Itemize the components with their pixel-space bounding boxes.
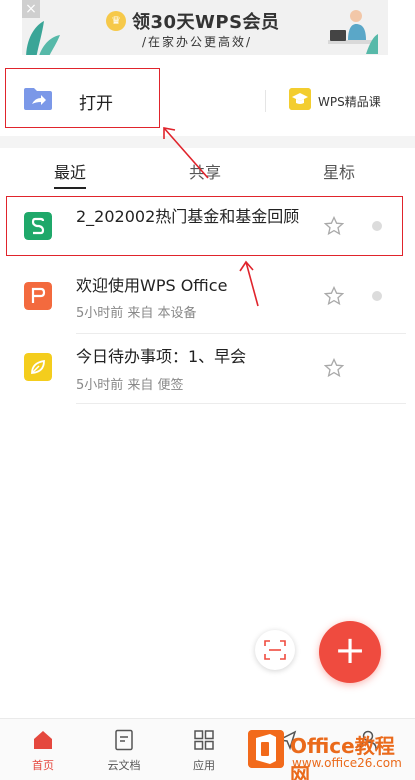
row-divider	[76, 403, 406, 404]
scan-icon	[264, 640, 286, 660]
star-icon[interactable]	[324, 358, 344, 378]
file-row[interactable]: 今日待办事项：1、早会 5小时前 来自 便签	[0, 334, 415, 404]
graduation-cap-icon[interactable]	[289, 88, 311, 110]
office-logo-icon	[248, 730, 284, 768]
divider	[265, 90, 266, 112]
file-name: 2_202002热门基金和基金回顾	[76, 207, 300, 226]
file-meta: 5小时前 来自 本设备	[76, 306, 197, 321]
promo-banner[interactable]: × ♛ 领30天WPS会员 /在家办公更高效/	[22, 0, 388, 55]
site-watermark: Office教程网 www.office26.com	[248, 726, 410, 780]
file-tabs: 最近 共享 星标	[0, 148, 415, 190]
nav-label: 应用	[193, 759, 215, 772]
file-row[interactable]: 欢迎使用WPS Office 5小时前 来自 本设备	[0, 264, 415, 334]
watermark-url: www.office26.com	[292, 756, 402, 770]
apps-icon	[194, 730, 214, 750]
nav-label: 首页	[32, 759, 54, 772]
file-meta: 5小时前 来自 便签	[76, 378, 184, 393]
leaf-decoration-icon	[26, 21, 60, 55]
file-name: 欢迎使用WPS Office	[76, 276, 228, 295]
home-icon	[34, 731, 52, 749]
tab-shared[interactable]: 共享	[189, 159, 221, 183]
file-row[interactable]: 2_202002热门基金和基金回顾	[0, 196, 415, 266]
open-button[interactable]: 打开	[79, 89, 113, 114]
add-button[interactable]: +	[319, 621, 381, 683]
more-dot-icon[interactable]	[372, 221, 382, 231]
file-name: 今日待办事项：1、早会	[76, 347, 247, 366]
note-icon	[24, 353, 52, 381]
wps-course-button[interactable]: WPS精品课	[318, 93, 381, 110]
cloud-doc-icon	[115, 729, 133, 751]
tab-starred[interactable]: 星标	[323, 159, 355, 183]
crown-badge-icon: ♛	[106, 11, 126, 31]
ppt-icon	[24, 282, 52, 310]
nav-label: 云文档	[107, 759, 141, 772]
watermark-title: Office教程网	[290, 734, 395, 780]
tab-recent[interactable]: 最近	[54, 159, 86, 183]
folder-icon[interactable]	[23, 87, 53, 111]
star-icon[interactable]	[324, 286, 344, 306]
quick-actions-row: 打开 WPS精品课	[0, 62, 415, 134]
scan-button[interactable]	[255, 630, 295, 670]
active-tab-indicator	[54, 187, 86, 189]
section-gap	[0, 136, 415, 148]
nav-item-cloud-docs[interactable]: 云文档	[99, 729, 149, 773]
more-dot-icon[interactable]	[372, 291, 382, 301]
nav-item-home[interactable]: 首页	[18, 729, 68, 773]
star-icon[interactable]	[324, 216, 344, 236]
person-at-laptop-illustration-icon	[328, 10, 378, 54]
sheet-icon	[24, 212, 52, 240]
nav-item-apps[interactable]: 应用	[179, 729, 229, 773]
banner-title: 领30天WPS会员	[132, 12, 280, 33]
banner-subtitle: /在家办公更高效/	[142, 35, 253, 49]
